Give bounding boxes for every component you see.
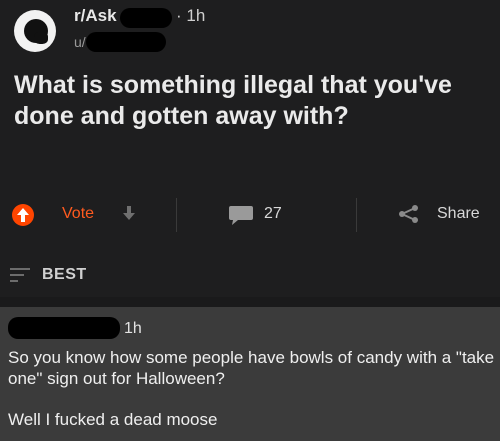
post-action-bar: Vote 27 Share [0,190,500,240]
redaction-bar [120,8,172,28]
comment-card: 1h So you know how some people have bowl… [0,307,500,441]
share-button[interactable]: Share [437,205,480,223]
post-card: r/Ask · 1h u/ What is something illegal … [0,0,500,297]
comment-count[interactable]: 27 [264,205,282,223]
comment-icon[interactable] [228,204,254,226]
comment-body-paragraph: Well I fucked a dead moose [8,410,218,429]
arrow-up-icon [17,208,29,222]
redaction-bar [8,317,120,339]
redaction-bar [86,32,166,52]
divider [176,198,177,232]
upvote-button[interactable] [12,204,34,226]
sort-label[interactable]: BEST [42,266,87,284]
subreddit-name[interactable]: r/Ask [74,6,117,26]
comment-time: 1h [124,320,142,337]
avatar-shape [34,32,48,44]
post-title[interactable]: What is something illegal that you've do… [14,70,484,132]
subreddit-avatar[interactable] [14,10,56,52]
sort-row[interactable]: BEST [0,255,500,295]
comment-body-paragraph: So you know how some people have bowls o… [8,348,495,388]
sort-icon [10,268,30,282]
share-icon[interactable] [398,205,420,223]
post-time: · 1h [176,6,206,25]
downvote-icon[interactable] [122,205,136,221]
vote-label[interactable]: Vote [62,205,94,223]
post-author[interactable]: u/ [74,34,86,50]
divider [356,198,357,232]
